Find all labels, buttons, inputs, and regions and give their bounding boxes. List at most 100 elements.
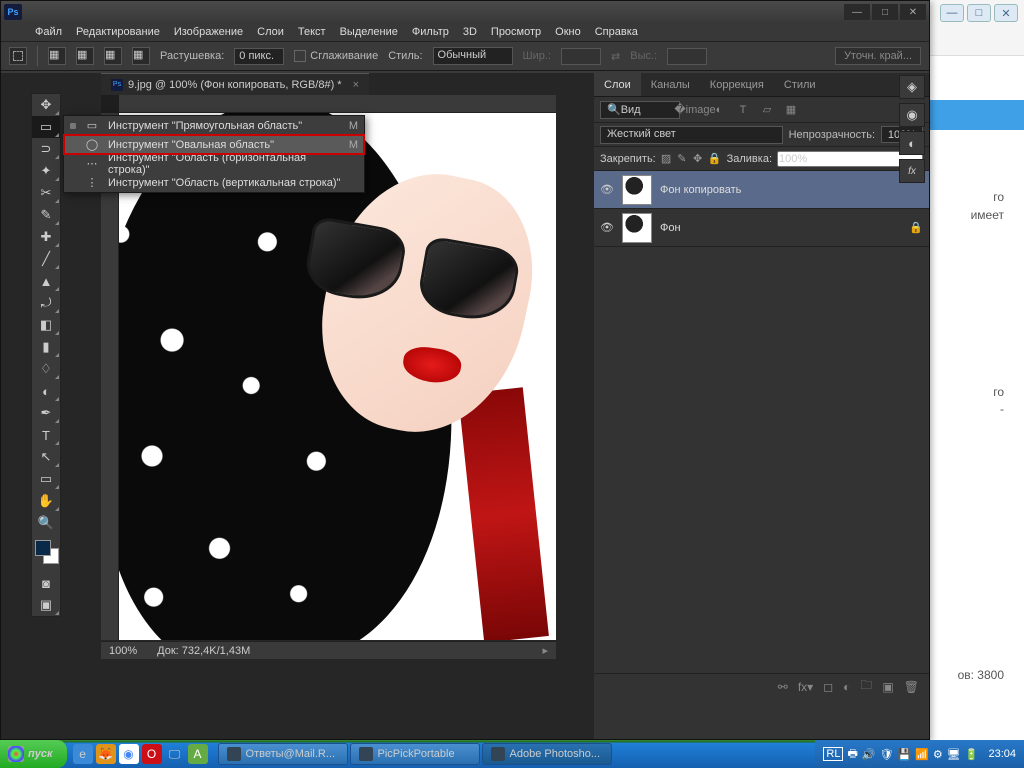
tray-icon[interactable]: 🖥	[947, 748, 961, 761]
color-swatches[interactable]	[32, 538, 60, 572]
pen-tool[interactable]: ✒	[32, 402, 60, 424]
antialias-checkbox[interactable]	[294, 50, 306, 62]
menu-Слои[interactable]: Слои	[257, 26, 284, 38]
start-button[interactable]: пуск	[0, 740, 67, 768]
maximize-button[interactable]: □	[872, 4, 898, 20]
path-tool[interactable]: ↖	[32, 446, 60, 468]
taskbar-task[interactable]: Ответы@Mail.R...	[218, 743, 348, 765]
filter-adjust-icon[interactable]: ◐	[710, 101, 728, 119]
lock-pixels-icon[interactable]: ✎	[676, 152, 687, 165]
panel-tab-Коррекция[interactable]: Коррекция	[700, 73, 774, 96]
layer-thumbnail[interactable]	[622, 175, 652, 205]
blur-tool[interactable]: ♢	[32, 358, 60, 380]
tray-icon[interactable]: 🔋	[965, 748, 979, 761]
crop-tool[interactable]: ✂	[32, 182, 60, 204]
magic-wand-tool[interactable]: ✦	[32, 160, 60, 182]
tray-icon[interactable]: ⚙	[933, 748, 943, 761]
dodge-tool[interactable]: ◐	[32, 380, 60, 402]
zoom-tool[interactable]: 🔍	[32, 512, 60, 534]
history-brush-tool[interactable]: ⤾	[32, 292, 60, 314]
marquee-tool[interactable]: ▭	[32, 116, 60, 138]
filter-pixel-icon[interactable]: �image	[686, 101, 704, 119]
filter-type-icon[interactable]: T	[734, 101, 752, 119]
visibility-icon[interactable]: 👁	[600, 221, 614, 234]
ql-chrome-icon[interactable]: ◉	[119, 744, 139, 764]
lock-transparent-icon[interactable]: ▨	[661, 152, 672, 165]
dock-styles-icon[interactable]: fx	[899, 159, 925, 183]
gradient-tool[interactable]: ▮	[32, 336, 60, 358]
hand-tool[interactable]: ✋	[32, 490, 60, 512]
menu-Справка[interactable]: Справка	[595, 26, 638, 38]
panel-tab-Слои[interactable]: Слои	[594, 73, 641, 96]
filter-smart-icon[interactable]: ▦	[782, 101, 800, 119]
menu-Текст[interactable]: Текст	[298, 26, 326, 38]
ql-firefox-icon[interactable]: 🦊	[96, 744, 116, 764]
close-tab-icon[interactable]: ×	[353, 79, 359, 91]
layer-filter-select[interactable]: 🔍 Вид	[600, 101, 680, 119]
type-tool[interactable]: T	[32, 424, 60, 446]
eraser-tool[interactable]: ◧	[32, 314, 60, 336]
feather-input[interactable]	[234, 48, 284, 65]
menu-Файл[interactable]: Файл	[35, 26, 62, 38]
add-selection-icon[interactable]: ▦	[76, 47, 94, 65]
panel-tab-Каналы[interactable]: Каналы	[641, 73, 700, 96]
adjustment-layer-icon[interactable]: ◐	[843, 680, 850, 694]
status-arrow-icon[interactable]: ▸	[542, 644, 548, 657]
layer-mask-icon[interactable]: ◻	[823, 680, 833, 694]
blend-mode-select[interactable]: Жесткий свет	[600, 126, 783, 144]
ql-ie-icon[interactable]: e	[73, 744, 93, 764]
bg-minimize[interactable]: —	[940, 4, 964, 22]
doc-size[interactable]: Док: 732,4K/1,43M	[157, 645, 250, 657]
style-select[interactable]: Обычный	[433, 47, 513, 65]
ruler-horizontal[interactable]	[119, 95, 556, 113]
bg-close[interactable]: ✕	[994, 4, 1018, 22]
menu-Редактирование[interactable]: Редактирование	[76, 26, 160, 38]
menu-3D[interactable]: 3D	[463, 26, 477, 38]
menu-Фильтр[interactable]: Фильтр	[412, 26, 449, 38]
bg-maximize[interactable]: □	[967, 4, 991, 22]
titlebar[interactable]: Ps — □ ✕	[1, 1, 929, 23]
stamp-tool[interactable]: ▲	[32, 270, 60, 292]
layer-row[interactable]: 👁Фон копировать	[594, 171, 929, 209]
menu-Изображение[interactable]: Изображение	[174, 26, 243, 38]
tool-preset-icon[interactable]	[9, 47, 27, 65]
flyout-item[interactable]: ▭Инструмент "Прямоугольная область"M	[64, 116, 364, 135]
clock[interactable]: 23:04	[982, 748, 1016, 760]
menu-Окно[interactable]: Окно	[555, 26, 581, 38]
layer-thumbnail[interactable]	[622, 213, 652, 243]
zoom-level[interactable]: 100%	[109, 645, 137, 657]
intersect-selection-icon[interactable]: ▦	[132, 47, 150, 65]
new-layer-icon[interactable]: ▣	[882, 680, 893, 694]
layer-row[interactable]: 👁Фон🔒	[594, 209, 929, 247]
panel-tab-Стили[interactable]: Стили	[774, 73, 826, 96]
move-tool[interactable]: ✥	[32, 94, 60, 116]
brush-tool[interactable]: ╱	[32, 248, 60, 270]
lock-position-icon[interactable]: ✥	[692, 152, 703, 165]
lasso-tool[interactable]: ⊃	[32, 138, 60, 160]
close-button[interactable]: ✕	[900, 4, 926, 20]
lang-indicator[interactable]: RL	[823, 747, 843, 761]
link-layers-icon[interactable]: ⚯	[778, 680, 788, 694]
delete-layer-icon[interactable]: 🗑	[904, 680, 919, 694]
ql-app-icon[interactable]: A	[188, 744, 208, 764]
quickmask-tool[interactable]: ◙	[32, 572, 60, 594]
flyout-item[interactable]: ⋯Инструмент "Область (горизонтальная стр…	[64, 154, 364, 173]
tray-icon[interactable]: 🖶	[847, 745, 857, 764]
taskbar-task[interactable]: Adobe Photosho...	[482, 743, 612, 765]
document-tab[interactable]: Ps 9.jpg @ 100% (Фон копировать, RGB/8#)…	[101, 73, 369, 95]
filter-shape-icon[interactable]: ▱	[758, 101, 776, 119]
dock-layers-icon[interactable]: ◈	[899, 75, 925, 99]
eyedropper-tool[interactable]: ✎	[32, 204, 60, 226]
taskbar-task[interactable]: PicPickPortable	[350, 743, 480, 765]
subtract-selection-icon[interactable]: ▦	[104, 47, 122, 65]
healing-tool[interactable]: ✚	[32, 226, 60, 248]
menu-Просмотр[interactable]: Просмотр	[491, 26, 541, 38]
tray-icon[interactable]: 🔊	[862, 748, 876, 761]
flyout-item[interactable]: ⋮Инструмент "Область (вертикальная строк…	[64, 173, 364, 192]
ql-desktop-icon[interactable]: 🖵	[165, 744, 185, 764]
layer-group-icon[interactable]: 🗀	[860, 676, 872, 697]
new-selection-icon[interactable]: ▦	[48, 47, 66, 65]
dock-swatches-icon[interactable]: ◐	[899, 131, 925, 155]
minimize-button[interactable]: —	[844, 4, 870, 20]
menu-Выделение[interactable]: Выделение	[340, 26, 398, 38]
